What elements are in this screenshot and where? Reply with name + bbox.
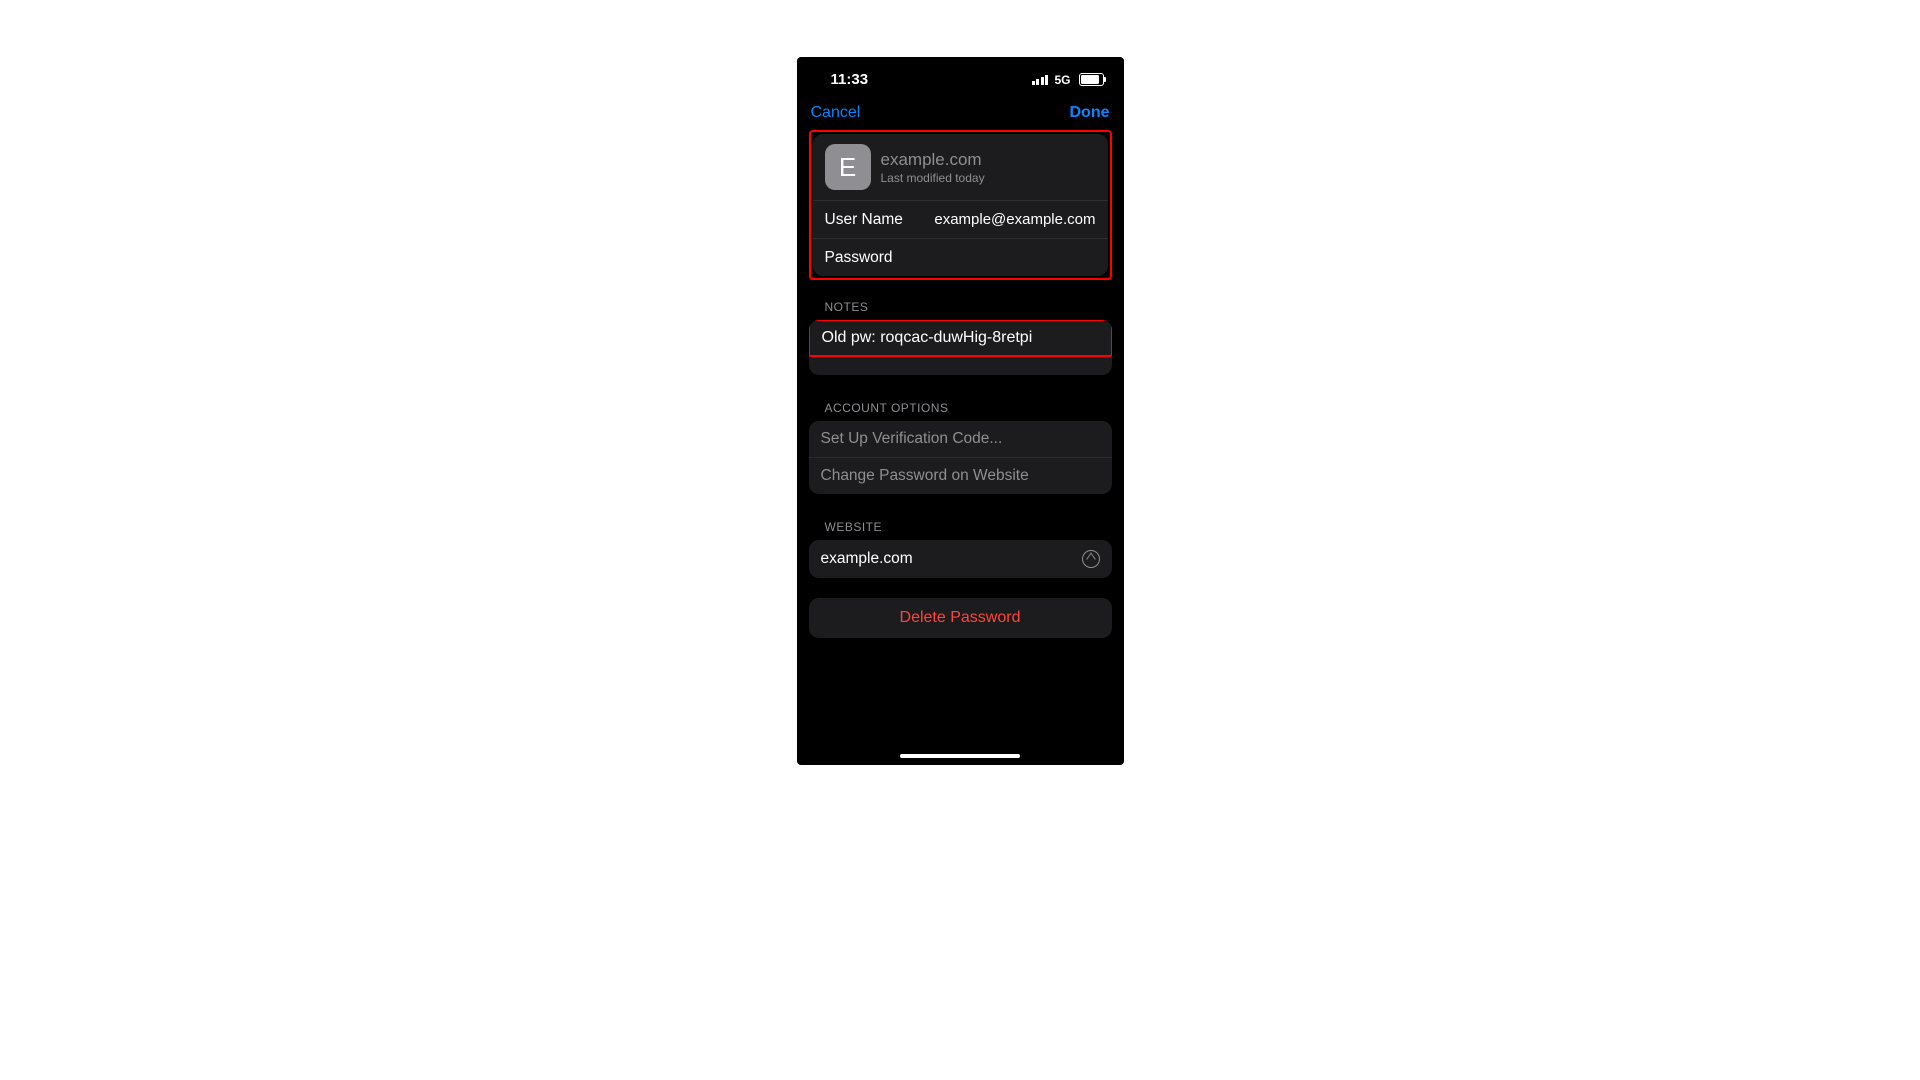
status-time: 11:33 xyxy=(831,71,869,88)
notes-text: Old pw: roqcac-duwHig-8retpi xyxy=(822,329,1033,346)
credentials-card: E example.com Last modified today User N… xyxy=(813,134,1108,276)
notes-header: NOTES xyxy=(809,294,1112,320)
username-value: example@example.com xyxy=(934,211,1095,228)
home-indicator[interactable] xyxy=(900,754,1020,758)
notes-card[interactable]: Old pw: roqcac-duwHig-8retpi xyxy=(809,320,1112,375)
change-password-on-website-button[interactable]: Change Password on Website xyxy=(809,458,1112,494)
cancel-button[interactable]: Cancel xyxy=(811,104,861,122)
password-label: Password xyxy=(825,249,893,267)
site-title: example.com xyxy=(881,150,985,170)
site-subtitle: Last modified today xyxy=(881,171,985,185)
done-button[interactable]: Done xyxy=(1070,104,1110,122)
status-right: 5G xyxy=(1032,73,1104,87)
notes-highlight: Old pw: roqcac-duwHig-8retpi xyxy=(809,320,1112,357)
network-label: 5G xyxy=(1054,73,1070,87)
username-row[interactable]: User Name example@example.com xyxy=(813,201,1108,239)
account-options-card: Set Up Verification Code... Change Passw… xyxy=(809,421,1112,494)
delete-password-button[interactable]: Delete Password xyxy=(809,598,1112,638)
nav-bar: Cancel Done xyxy=(797,94,1124,130)
website-header: WEBSITE xyxy=(809,514,1112,540)
compass-icon[interactable] xyxy=(1082,550,1100,568)
notes-spacer xyxy=(809,357,1112,375)
site-favicon: E xyxy=(825,144,871,190)
password-row[interactable]: Password xyxy=(813,239,1108,276)
website-card: example.com xyxy=(809,540,1112,578)
credentials-highlight: E example.com Last modified today User N… xyxy=(809,130,1112,280)
username-label: User Name xyxy=(825,211,903,229)
cellular-signal-icon xyxy=(1032,75,1049,85)
website-value: example.com xyxy=(821,550,913,568)
phone-frame: 11:33 5G Cancel Done E example.com Last … xyxy=(797,57,1124,765)
site-header-row[interactable]: E example.com Last modified today xyxy=(813,134,1108,201)
website-row[interactable]: example.com xyxy=(809,540,1112,578)
setup-verification-code-button[interactable]: Set Up Verification Code... xyxy=(809,421,1112,458)
battery-icon xyxy=(1079,73,1104,86)
delete-card: Delete Password xyxy=(809,598,1112,638)
status-bar: 11:33 5G xyxy=(797,57,1124,94)
account-options-header: ACCOUNT OPTIONS xyxy=(809,395,1112,421)
